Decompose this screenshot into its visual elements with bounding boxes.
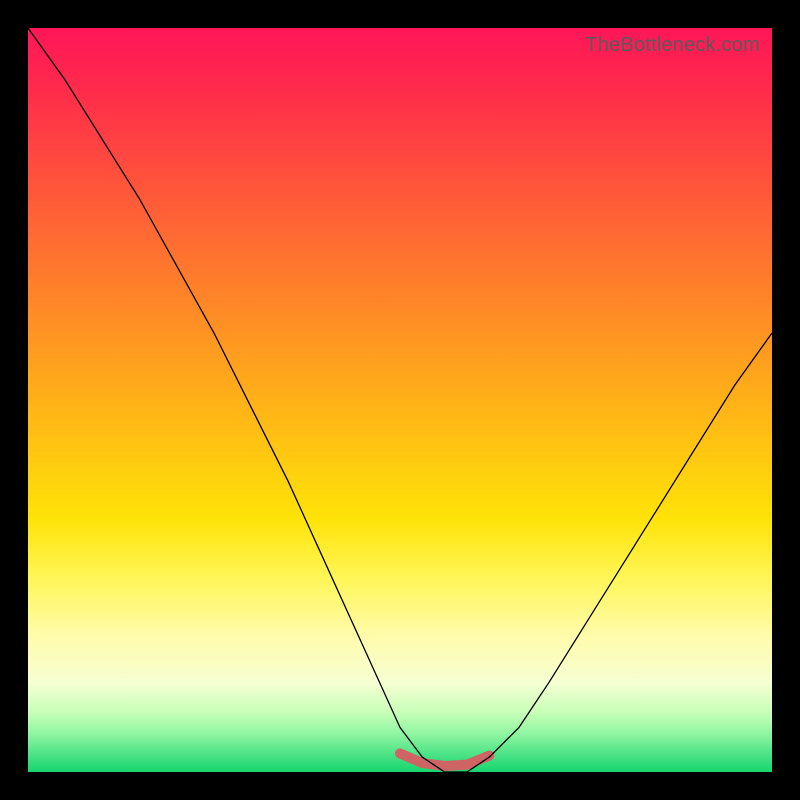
chart-frame: TheBottleneck.com [0, 0, 800, 800]
bottom-marker-band [400, 753, 489, 766]
watermark-text: TheBottleneck.com [585, 34, 760, 57]
chart-svg [28, 28, 772, 772]
bottleneck-curve [28, 28, 772, 772]
plot-area: TheBottleneck.com [28, 28, 772, 772]
